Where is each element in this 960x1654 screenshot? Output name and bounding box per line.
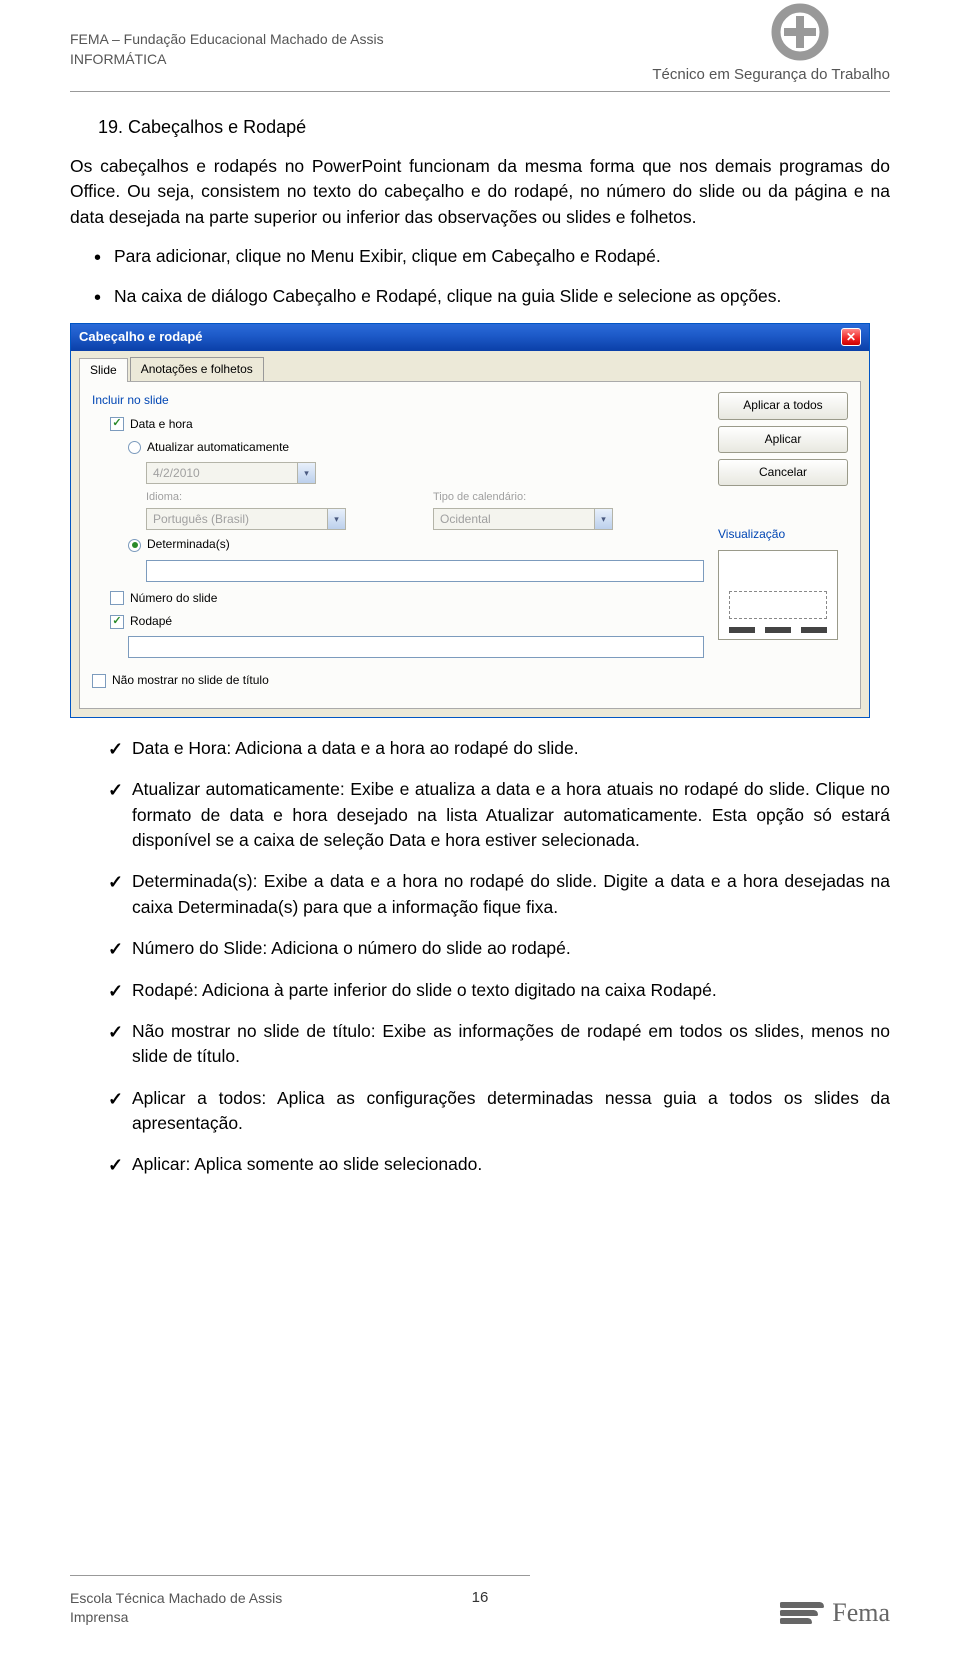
footer-line2: Imprensa bbox=[70, 1608, 282, 1628]
intro-paragraph: Os cabeçalhos e rodapés no PowerPoint fu… bbox=[70, 154, 890, 230]
header-course-block: Técnico em Segurança do Trabalho bbox=[652, 30, 890, 83]
radio-auto-update[interactable]: Atualizar automaticamente bbox=[128, 439, 704, 456]
page-header: FEMA – Fundação Educacional Machado de A… bbox=[70, 30, 890, 83]
idioma-combo[interactable]: Português (Brasil) ▾ bbox=[146, 508, 346, 530]
idioma-value: Português (Brasil) bbox=[147, 511, 327, 528]
radio-label: Determinada(s) bbox=[147, 536, 230, 553]
fema-logo: Fema bbox=[780, 1598, 890, 1628]
chevron-down-icon: ▾ bbox=[327, 509, 345, 529]
chevron-down-icon: ▾ bbox=[297, 463, 315, 483]
dialog-title: Cabeçalho e rodapé bbox=[79, 328, 203, 347]
calendar-type-combo[interactable]: Ocidental ▾ bbox=[433, 508, 613, 530]
tab-slide[interactable]: Slide bbox=[79, 358, 128, 382]
header-org-line1: FEMA – Fundação Educacional Machado de A… bbox=[70, 30, 384, 50]
header-divider bbox=[70, 91, 890, 92]
preview-label: Visualização bbox=[718, 526, 848, 543]
instruction-bullets: Para adicionar, clique no Menu Exibir, c… bbox=[70, 244, 890, 309]
footer-line1: Escola Técnica Machado de Assis bbox=[70, 1589, 282, 1609]
idioma-label: Idioma: bbox=[146, 490, 417, 506]
checkbox-icon bbox=[92, 674, 106, 688]
feature-checklist: Data e Hora: Adiciona a data e a hora ao… bbox=[70, 736, 890, 1178]
radio-fixed[interactable]: Determinada(s) bbox=[128, 536, 704, 553]
checkbox-date-hora[interactable]: ✓ Data e hora bbox=[110, 416, 704, 433]
checkbox-icon bbox=[110, 591, 124, 605]
dialog-titlebar: Cabeçalho e rodapé ✕ bbox=[71, 324, 869, 351]
calendar-type-label: Tipo de calendário: bbox=[433, 490, 704, 506]
check-item: Aplicar: Aplica somente ao slide selecio… bbox=[70, 1152, 890, 1177]
radio-icon bbox=[128, 539, 141, 552]
checkbox-label: Não mostrar no slide de título bbox=[112, 672, 269, 689]
footer-divider bbox=[70, 1575, 530, 1576]
check-item: Atualizar automaticamente: Exibe e atual… bbox=[70, 777, 890, 853]
close-icon: ✕ bbox=[846, 331, 856, 343]
checkbox-no-title-slide[interactable]: Não mostrar no slide de título bbox=[92, 672, 704, 689]
check-item: Número do Slide: Adiciona o número do sl… bbox=[70, 936, 890, 961]
cancel-button[interactable]: Cancelar bbox=[718, 459, 848, 486]
section-heading: 19. Cabeçalhos e Rodapé bbox=[98, 114, 890, 140]
preview-group: Visualização bbox=[718, 526, 848, 639]
plus-circle-icon bbox=[770, 2, 830, 62]
checkbox-icon: ✓ bbox=[110, 417, 124, 431]
dialog-tabs: Slide Anotações e folhetos bbox=[71, 351, 869, 381]
bullet-item: Na caixa de diálogo Cabeçalho e Rodapé, … bbox=[70, 284, 890, 309]
group-include-label: Incluir no slide bbox=[92, 392, 704, 409]
date-combo-value: 4/2/2010 bbox=[147, 465, 297, 482]
dialog-body: Incluir no slide ✓ Data e hora Atualizar… bbox=[79, 381, 861, 709]
close-button[interactable]: ✕ bbox=[841, 328, 861, 346]
header-course: Técnico em Segurança do Trabalho bbox=[652, 66, 890, 83]
footer-school: Escola Técnica Machado de Assis Imprensa bbox=[70, 1589, 282, 1628]
check-item: Data e Hora: Adiciona a data e a hora ao… bbox=[70, 736, 890, 761]
fema-logo-icon bbox=[780, 1602, 824, 1624]
checkbox-label: Data e hora bbox=[130, 416, 193, 433]
preview-footer-marks bbox=[729, 627, 827, 633]
preview-box bbox=[718, 550, 838, 640]
page-footer: Escola Técnica Machado de Assis Imprensa… bbox=[70, 1589, 890, 1628]
apply-button[interactable]: Aplicar bbox=[718, 426, 848, 453]
header-org-line2: INFORMÁTICA bbox=[70, 50, 384, 70]
header-org: FEMA – Fundação Educacional Machado de A… bbox=[70, 30, 384, 69]
fixed-date-input[interactable] bbox=[146, 560, 704, 582]
header-footer-dialog: Cabeçalho e rodapé ✕ Slide Anotações e f… bbox=[70, 323, 870, 718]
checkbox-label: Rodapé bbox=[130, 613, 172, 630]
calendar-type-value: Ocidental bbox=[434, 511, 594, 528]
check-item: Determinada(s): Exibe a data e a hora no… bbox=[70, 869, 890, 920]
checkbox-label: Número do slide bbox=[130, 590, 217, 607]
check-item: Não mostrar no slide de título: Exibe as… bbox=[70, 1019, 890, 1070]
check-item: Rodapé: Adiciona à parte inferior do sli… bbox=[70, 978, 890, 1003]
main-content: 19. Cabeçalhos e Rodapé Os cabeçalhos e … bbox=[70, 114, 890, 1178]
tab-notes-handouts[interactable]: Anotações e folhetos bbox=[130, 357, 264, 381]
apply-all-button[interactable]: Aplicar a todos bbox=[718, 392, 848, 419]
radio-label: Atualizar automaticamente bbox=[147, 439, 289, 456]
date-combo[interactable]: 4/2/2010 ▾ bbox=[146, 462, 316, 484]
dialog-right-pane: Aplicar a todos Aplicar Cancelar Visuali… bbox=[718, 392, 848, 696]
dialog-left-pane: Incluir no slide ✓ Data e hora Atualizar… bbox=[92, 392, 704, 696]
radio-icon bbox=[128, 441, 141, 454]
check-item: Aplicar a todos: Aplica as configurações… bbox=[70, 1086, 890, 1137]
checkbox-icon: ✓ bbox=[110, 615, 124, 629]
footer-text-input[interactable] bbox=[128, 636, 704, 658]
checkbox-slide-number[interactable]: Número do slide bbox=[110, 590, 704, 607]
preview-placeholder bbox=[729, 591, 827, 619]
checkbox-footer[interactable]: ✓ Rodapé bbox=[110, 613, 704, 630]
chevron-down-icon: ▾ bbox=[594, 509, 612, 529]
bullet-item: Para adicionar, clique no Menu Exibir, c… bbox=[70, 244, 890, 269]
fema-logo-text: Fema bbox=[832, 1598, 890, 1628]
